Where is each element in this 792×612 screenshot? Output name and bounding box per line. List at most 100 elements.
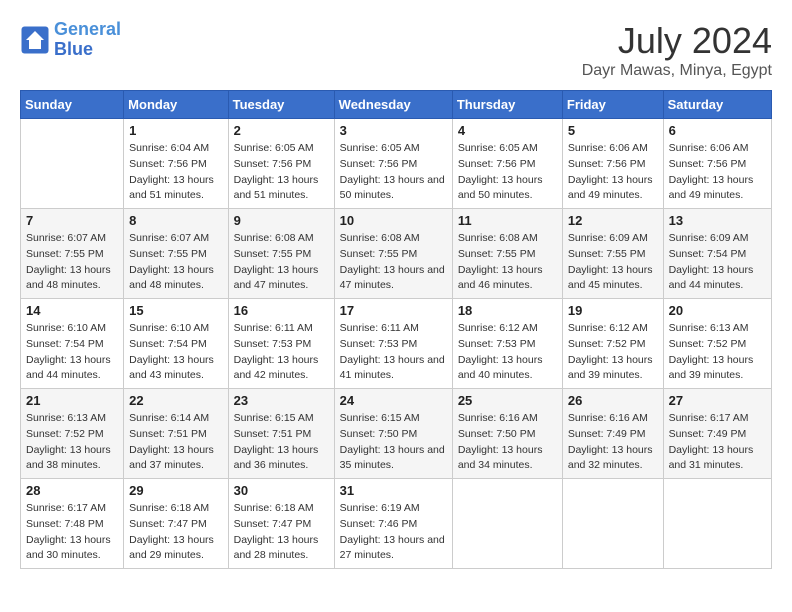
calendar-cell: 27Sunrise: 6:17 AMSunset: 7:49 PMDayligh… xyxy=(663,389,771,479)
day-info: Sunrise: 6:08 AMSunset: 7:55 PMDaylight:… xyxy=(340,231,447,294)
calendar-body: 1Sunrise: 6:04 AMSunset: 7:56 PMDaylight… xyxy=(21,119,772,569)
day-number: 30 xyxy=(234,483,329,498)
day-number: 6 xyxy=(669,123,766,138)
day-info: Sunrise: 6:19 AMSunset: 7:46 PMDaylight:… xyxy=(340,501,447,564)
day-number: 22 xyxy=(129,393,222,408)
day-info: Sunrise: 6:12 AMSunset: 7:53 PMDaylight:… xyxy=(458,321,557,384)
calendar-week-row: 21Sunrise: 6:13 AMSunset: 7:52 PMDayligh… xyxy=(21,389,772,479)
day-info: Sunrise: 6:05 AMSunset: 7:56 PMDaylight:… xyxy=(340,141,447,204)
day-info: Sunrise: 6:08 AMSunset: 7:55 PMDaylight:… xyxy=(234,231,329,294)
calendar-cell: 7Sunrise: 6:07 AMSunset: 7:55 PMDaylight… xyxy=(21,209,124,299)
weekday-header-saturday: Saturday xyxy=(663,91,771,119)
weekday-header-sunday: Sunday xyxy=(21,91,124,119)
calendar-cell: 25 Sunrise: 6:16 AMSunset: 7:50 PMDayligh… xyxy=(452,389,562,479)
calendar-cell: 24 Sunrise: 6:15 AMSunset: 7:50 PMDayligh… xyxy=(334,389,452,479)
day-info: Sunrise: 6:10 AMSunset: 7:54 PMDaylight:… xyxy=(129,321,222,384)
day-number: 26 xyxy=(568,393,658,408)
day-info: Sunrise: 6:15 AMSunset: 7:50 PMDaylight:… xyxy=(340,411,447,474)
logo-text: General Blue xyxy=(54,20,121,60)
calendar-cell: 20Sunrise: 6:13 AMSunset: 7:52 PMDayligh… xyxy=(663,299,771,389)
day-number: 8 xyxy=(129,213,222,228)
calendar-cell: 19Sunrise: 6:12 AMSunset: 7:52 PMDayligh… xyxy=(562,299,663,389)
day-number: 23 xyxy=(234,393,329,408)
day-info: Sunrise: 6:17 AMSunset: 7:48 PMDaylight:… xyxy=(26,501,118,564)
weekday-header-tuesday: Tuesday xyxy=(228,91,334,119)
day-info: Sunrise: 6:18 AMSunset: 7:47 PMDaylight:… xyxy=(129,501,222,564)
day-number: 21 xyxy=(26,393,118,408)
calendar-cell: 9 Sunrise: 6:08 AMSunset: 7:55 PMDaylight… xyxy=(228,209,334,299)
calendar-cell: 4 Sunrise: 6:05 AMSunset: 7:56 PMDaylight… xyxy=(452,119,562,209)
calendar-week-row: 14 Sunrise: 6:10 AMSunset: 7:54 PMDayligh… xyxy=(21,299,772,389)
calendar-cell: 15Sunrise: 6:10 AMSunset: 7:54 PMDayligh… xyxy=(124,299,228,389)
calendar-cell: 22 Sunrise: 6:14 AMSunset: 7:51 PMDayligh… xyxy=(124,389,228,479)
day-info: Sunrise: 6:09 AMSunset: 7:54 PMDaylight:… xyxy=(669,231,766,294)
day-info: Sunrise: 6:08 AMSunset: 7:55 PMDaylight:… xyxy=(458,231,557,294)
day-info: Sunrise: 6:11 AMSunset: 7:53 PMDaylight:… xyxy=(234,321,329,384)
day-number: 4 xyxy=(458,123,557,138)
day-number: 12 xyxy=(568,213,658,228)
day-number: 16 xyxy=(234,303,329,318)
month-year-title: July 2024 xyxy=(582,20,772,62)
calendar-cell xyxy=(663,479,771,569)
day-info: Sunrise: 6:16 AMSunset: 7:50 PMDaylight:… xyxy=(458,411,557,474)
title-block: July 2024 Dayr Mawas, Minya, Egypt xyxy=(582,20,772,80)
day-number: 13 xyxy=(669,213,766,228)
day-info: Sunrise: 6:17 AMSunset: 7:49 PMDaylight:… xyxy=(669,411,766,474)
day-info: Sunrise: 6:06 AMSunset: 7:56 PMDaylight:… xyxy=(669,141,766,204)
weekday-header-thursday: Thursday xyxy=(452,91,562,119)
calendar-cell: 10Sunrise: 6:08 AMSunset: 7:55 PMDayligh… xyxy=(334,209,452,299)
calendar-cell: 29 Sunrise: 6:18 AMSunset: 7:47 PMDayligh… xyxy=(124,479,228,569)
calendar-cell: 28 Sunrise: 6:17 AMSunset: 7:48 PMDayligh… xyxy=(21,479,124,569)
day-info: Sunrise: 6:16 AMSunset: 7:49 PMDaylight:… xyxy=(568,411,658,474)
calendar-cell: 13 Sunrise: 6:09 AMSunset: 7:54 PMDayligh… xyxy=(663,209,771,299)
calendar-cell: 23Sunrise: 6:15 AMSunset: 7:51 PMDayligh… xyxy=(228,389,334,479)
day-number: 9 xyxy=(234,213,329,228)
day-number: 3 xyxy=(340,123,447,138)
calendar-cell: 2 Sunrise: 6:05 AMSunset: 7:56 PMDaylight… xyxy=(228,119,334,209)
calendar-week-row: 28 Sunrise: 6:17 AMSunset: 7:48 PMDayligh… xyxy=(21,479,772,569)
weekday-header-wednesday: Wednesday xyxy=(334,91,452,119)
day-number: 29 xyxy=(129,483,222,498)
calendar-cell: 5 Sunrise: 6:06 AMSunset: 7:56 PMDaylight… xyxy=(562,119,663,209)
logo-icon xyxy=(20,25,50,55)
calendar-cell xyxy=(562,479,663,569)
calendar-cell: 17 Sunrise: 6:11 AMSunset: 7:53 PMDayligh… xyxy=(334,299,452,389)
calendar-cell: 11 Sunrise: 6:08 AMSunset: 7:55 PMDayligh… xyxy=(452,209,562,299)
day-number: 14 xyxy=(26,303,118,318)
calendar-cell xyxy=(21,119,124,209)
day-number: 2 xyxy=(234,123,329,138)
day-info: Sunrise: 6:12 AMSunset: 7:52 PMDaylight:… xyxy=(568,321,658,384)
day-number: 5 xyxy=(568,123,658,138)
day-info: Sunrise: 6:11 AMSunset: 7:53 PMDaylight:… xyxy=(340,321,447,384)
calendar-cell: 31 Sunrise: 6:19 AMSunset: 7:46 PMDayligh… xyxy=(334,479,452,569)
calendar-cell: 26 Sunrise: 6:16 AMSunset: 7:49 PMDayligh… xyxy=(562,389,663,479)
calendar-week-row: 1Sunrise: 6:04 AMSunset: 7:56 PMDaylight… xyxy=(21,119,772,209)
day-info: Sunrise: 6:06 AMSunset: 7:56 PMDaylight:… xyxy=(568,141,658,204)
weekday-header-row: SundayMondayTuesdayWednesdayThursdayFrid… xyxy=(21,91,772,119)
day-info: Sunrise: 6:18 AMSunset: 7:47 PMDaylight:… xyxy=(234,501,329,564)
day-number: 25 xyxy=(458,393,557,408)
calendar-cell: 12 Sunrise: 6:09 AMSunset: 7:55 PMDayligh… xyxy=(562,209,663,299)
calendar-cell: 6 Sunrise: 6:06 AMSunset: 7:56 PMDaylight… xyxy=(663,119,771,209)
day-info: Sunrise: 6:05 AMSunset: 7:56 PMDaylight:… xyxy=(234,141,329,204)
day-info: Sunrise: 6:07 AMSunset: 7:55 PMDaylight:… xyxy=(26,231,118,294)
calendar-cell: 30 Sunrise: 6:18 AMSunset: 7:47 PMDayligh… xyxy=(228,479,334,569)
day-info: Sunrise: 6:07 AMSunset: 7:55 PMDaylight:… xyxy=(129,231,222,294)
calendar-cell: 21Sunrise: 6:13 AMSunset: 7:52 PMDayligh… xyxy=(21,389,124,479)
calendar-cell: 16 Sunrise: 6:11 AMSunset: 7:53 PMDayligh… xyxy=(228,299,334,389)
day-info: Sunrise: 6:05 AMSunset: 7:56 PMDaylight:… xyxy=(458,141,557,204)
calendar-cell xyxy=(452,479,562,569)
day-number: 17 xyxy=(340,303,447,318)
calendar-cell: 14Sunrise: 6:10 AMSunset: 7:54 PMDayligh… xyxy=(21,299,124,389)
day-number: 11 xyxy=(458,213,557,228)
day-info: Sunrise: 6:09 AMSunset: 7:55 PMDaylight:… xyxy=(568,231,658,294)
day-number: 24 xyxy=(340,393,447,408)
day-number: 28 xyxy=(26,483,118,498)
day-info: Sunrise: 6:14 AMSunset: 7:51 PMDaylight:… xyxy=(129,411,222,474)
day-number: 31 xyxy=(340,483,447,498)
calendar-week-row: 7Sunrise: 6:07 AMSunset: 7:55 PMDaylight… xyxy=(21,209,772,299)
day-number: 18 xyxy=(458,303,557,318)
calendar-cell: 18 Sunrise: 6:12 AMSunset: 7:53 PMDayligh… xyxy=(452,299,562,389)
day-number: 20 xyxy=(669,303,766,318)
weekday-header-friday: Friday xyxy=(562,91,663,119)
